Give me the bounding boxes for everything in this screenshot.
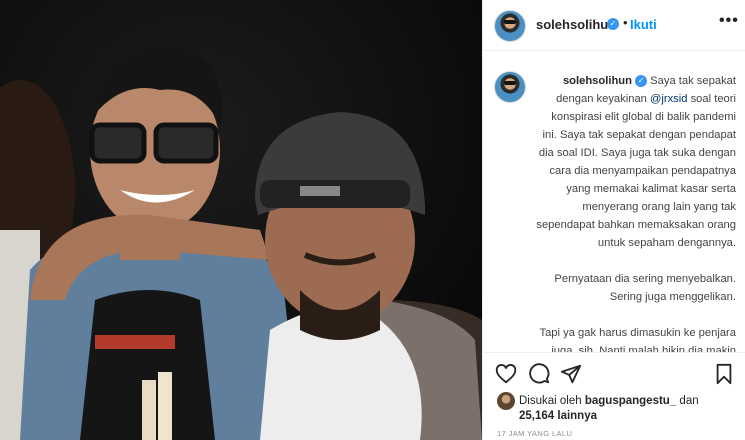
paper-plane-icon[interactable] [560,363,582,385]
author-username[interactable]: solehsolihun [536,17,616,32]
caption-paragraph-3: Tapi ya gak harus dimasukin ke penjara j… [539,327,736,354]
liked-by-connector: dan [676,395,699,408]
bookmark-icon[interactable] [713,363,735,385]
post-timestamp[interactable]: 17 JAM YANG LALU [497,429,572,438]
heart-icon[interactable] [495,363,517,385]
post-actions-area: Disukai oleh baguspangestu_ dan 25,164 l… [483,352,745,440]
post-caption: solehsolihun ✓ Saya tak sepakat dengan k… [536,72,736,354]
post-header: solehsolihun ✓ • Ikuti ••• [483,0,745,51]
caption-mention-link[interactable]: @jrxsid [650,93,687,105]
liker-avatar[interactable] [497,392,515,410]
likes-count[interactable]: 25,164 lainnya [519,410,597,422]
comment-icon[interactable] [528,363,550,385]
post-side-panel: solehsolihun ✓ • Ikuti ••• solehsolihun … [482,0,745,440]
liker-username[interactable]: baguspangestu_ [585,395,676,407]
liked-by-line: Disukai oleh baguspangestu_ dan [497,392,699,410]
caption-paragraph-1: solehsolihun ✓ Saya tak sepakat dengan k… [536,72,736,252]
post-photo[interactable] [0,0,482,440]
author-avatar[interactable] [494,10,526,42]
caption-username[interactable]: solehsolihun [563,75,632,87]
caption-paragraph-2: Pernyataan dia sering menyebalkan. Serin… [554,273,736,303]
verified-badge-icon: ✓ [607,18,619,30]
caption-text-1b: soal teori konspirasi elit global di bal… [536,93,736,249]
caption-author-avatar[interactable] [494,71,526,103]
likes-count-text[interactable]: 25,164 lainnya [519,410,597,422]
liked-by-prefix: Disukai oleh [519,395,585,408]
separator-dot: • [623,15,628,30]
verified-badge-icon: ✓ [635,75,648,88]
follow-button[interactable]: Ikuti [630,17,657,32]
more-options-icon[interactable]: ••• [719,12,739,30]
